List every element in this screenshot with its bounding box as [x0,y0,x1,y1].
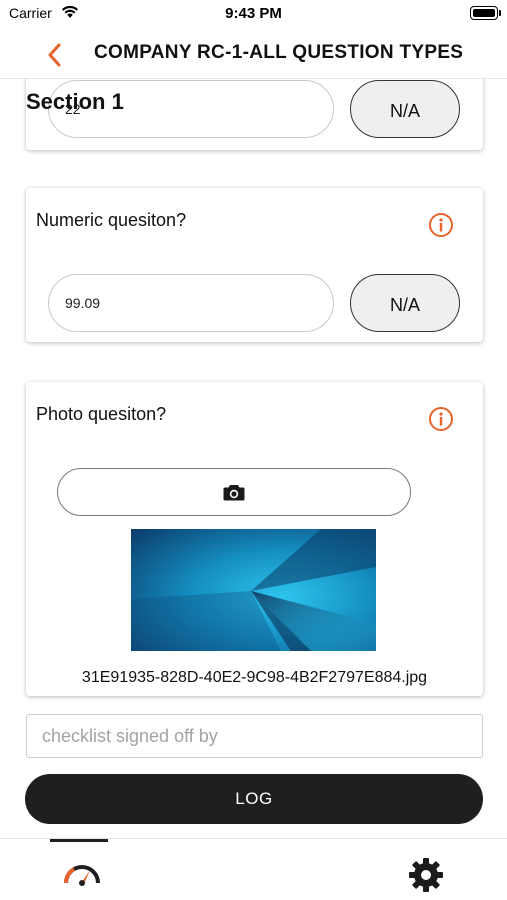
na-button[interactable]: N/A [350,80,460,138]
question-label: Numeric quesiton? [36,210,187,230]
numeric-answer-input[interactable]: 99.09 [48,274,334,332]
section-title: Section 1 [26,89,124,114]
nav-bar: COMPANY RC-1-ALL QUESTION TYPES [0,30,507,78]
log-button[interactable]: LOG [25,774,483,824]
status-time: 9:43 PM [225,5,282,22]
info-icon[interactable] [428,212,454,238]
tab-bar [0,838,507,900]
status-bar: Carrier 9:43 PM [0,0,507,30]
back-chevron-icon[interactable] [40,40,70,70]
na-button[interactable]: N/A [350,274,460,332]
screen: Carrier 9:43 PM 22 N/A Section 1 Numeric… [0,0,507,900]
question-card-numeric: Numeric quesiton? 99.09 N/A [26,188,483,342]
question-card-photo: Photo quesiton? 31E91935-828D-40E2-9C98-… [26,382,483,696]
battery-cap [499,10,501,16]
signed-off-by-input[interactable] [26,714,483,758]
question-label: Photo quesiton? [36,404,167,424]
gear-icon[interactable] [407,856,445,894]
photo-thumbnail[interactable] [131,529,376,651]
info-icon[interactable] [428,406,454,432]
battery-icon [470,6,498,20]
dashboard-gauge-icon[interactable] [62,857,102,889]
active-tab-indicator [50,839,108,842]
page-title: COMPANY RC-1-ALL QUESTION TYPES [94,42,464,63]
camera-icon [223,485,245,501]
nav-divider [0,78,507,79]
take-photo-button[interactable] [57,468,411,516]
photo-filename: 31E91935-828D-40E2-9C98-4B2F2797E884.jpg [81,669,428,686]
